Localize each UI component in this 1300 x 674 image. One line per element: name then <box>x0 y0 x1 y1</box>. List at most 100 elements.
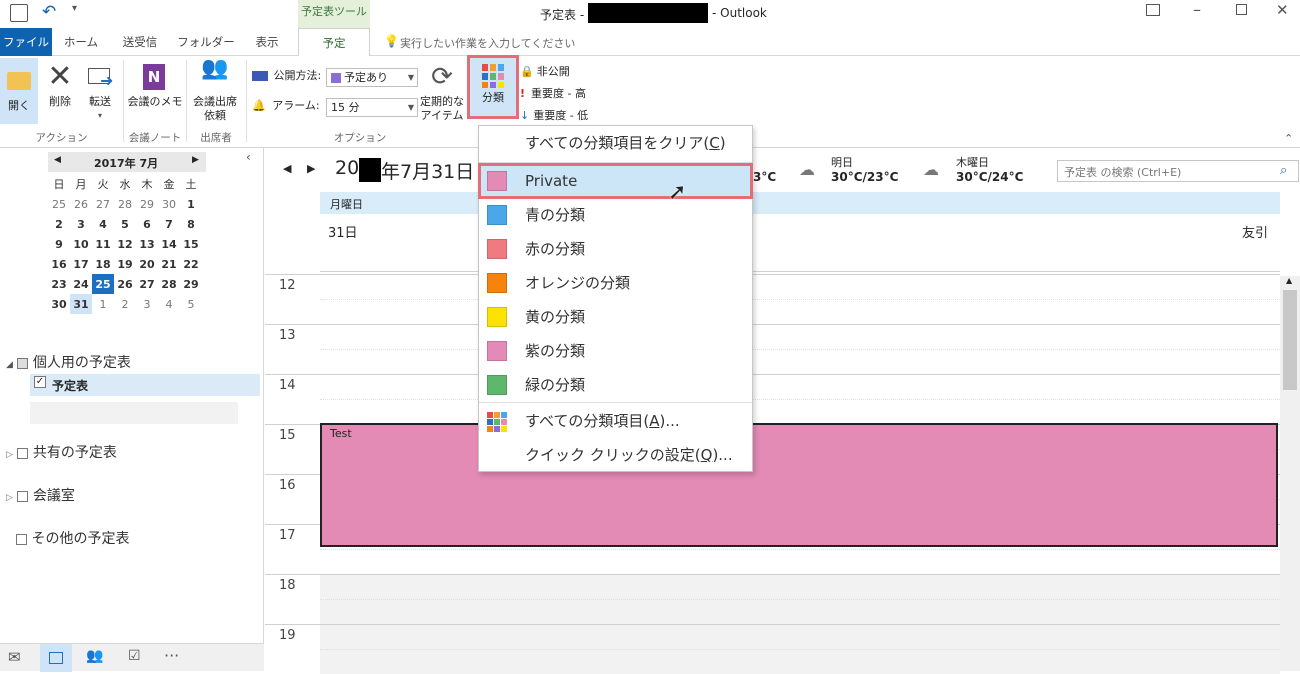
expand-triangle-icon[interactable]: ◢ <box>6 360 13 370</box>
qat-customize-icon[interactable]: ▾ <box>72 3 77 14</box>
people-icon[interactable]: 👥 <box>86 648 103 664</box>
tab-home[interactable]: ホーム <box>56 28 106 56</box>
tell-me-input[interactable]: 実行したい作業を入力してください <box>400 35 575 51</box>
meeting-notes-button[interactable]: N 会議のメモ <box>127 62 183 109</box>
request-attendance-button[interactable]: 👥 会議出席 依頼 <box>188 58 242 123</box>
prev-day-icon[interactable]: ◀ <box>283 162 291 175</box>
collapse-triangle-icon[interactable]: ▷ <box>6 450 13 460</box>
day-cell[interactable]: 3 <box>70 214 92 234</box>
day-cell[interactable]: 31 <box>70 294 92 314</box>
day-cell[interactable]: 2 <box>114 294 136 314</box>
day-cell[interactable]: 20 <box>136 254 158 274</box>
menu-item-category[interactable]: 緑の分類 <box>479 368 752 402</box>
minimize-icon[interactable]: – <box>1193 0 1201 19</box>
day-cell[interactable]: 21 <box>158 254 180 274</box>
day-cell[interactable]: 30 <box>48 294 70 314</box>
day-cell[interactable]: 29 <box>180 274 202 294</box>
menu-item-category[interactable]: オレンジの分類 <box>479 266 752 300</box>
day-cell[interactable]: 28 <box>114 194 136 214</box>
day-cell[interactable]: 15 <box>180 234 202 254</box>
day-cell[interactable]: 25 <box>92 274 114 294</box>
tasks-icon[interactable]: ☑ <box>128 648 141 664</box>
folder-group-shared[interactable]: ▷ 共有の予定表 <box>6 442 117 462</box>
tab-view[interactable]: 表示 <box>244 28 290 56</box>
prev-month-icon[interactable]: ◀ <box>54 155 61 165</box>
all-day-area[interactable]: 31日 友引 <box>320 214 1280 272</box>
calendar-module-button[interactable] <box>40 644 72 672</box>
undo-icon[interactable]: ↶ <box>42 2 56 22</box>
day-cell[interactable]: 26 <box>70 194 92 214</box>
day-cell[interactable]: 4 <box>92 214 114 234</box>
day-cell[interactable]: 10 <box>70 234 92 254</box>
menu-item-category[interactable]: 青の分類 <box>479 198 752 232</box>
menu-item-category[interactable]: Private <box>478 163 753 199</box>
day-cell[interactable]: 1 <box>92 294 114 314</box>
day-cell[interactable]: 4 <box>158 294 180 314</box>
day-cell[interactable]: 18 <box>92 254 114 274</box>
categorize-button[interactable]: 分類 <box>467 55 519 119</box>
mail-icon[interactable]: ✉ <box>8 648 21 666</box>
day-cell[interactable]: 16 <box>48 254 70 274</box>
day-cell[interactable]: 13 <box>136 234 158 254</box>
menu-item-category[interactable]: 紫の分類 <box>479 334 752 368</box>
open-button[interactable]: 開く <box>0 58 38 124</box>
search-icon[interactable]: ⌕ <box>1280 163 1287 178</box>
close-icon[interactable]: ✕ <box>1276 1 1289 19</box>
restore-icon[interactable] <box>1236 4 1247 15</box>
collapse-ribbon-icon[interactable]: ⌃ <box>1284 132 1293 145</box>
next-month-icon[interactable]: ▶ <box>192 155 199 165</box>
event-test[interactable]: Test <box>320 423 1278 547</box>
day-cell[interactable]: 22 <box>180 254 202 274</box>
hour-row[interactable]: 13 <box>265 324 1300 374</box>
day-cell[interactable]: 28 <box>158 274 180 294</box>
search-input[interactable]: 予定表 の検索 (Ctrl+E) <box>1064 164 1181 180</box>
day-cell[interactable]: 17 <box>70 254 92 274</box>
day-cell[interactable]: 9 <box>48 234 70 254</box>
day-cell[interactable]: 30 <box>158 194 180 214</box>
day-cell[interactable]: 12 <box>114 234 136 254</box>
recurrence-button[interactable]: ⟳ 定期的な アイテム <box>418 62 466 123</box>
menu-item-quick-click[interactable]: クイック クリックの設定(Q)... <box>479 438 752 472</box>
tab-folder[interactable]: フォルダー <box>174 28 238 56</box>
hour-row[interactable]: 19 <box>265 624 1300 674</box>
checkbox-checked-icon[interactable]: ✓ <box>34 376 46 388</box>
checkbox-icon[interactable] <box>17 447 29 459</box>
day-cell[interactable]: 8 <box>180 214 202 234</box>
day-cell[interactable]: 3 <box>136 294 158 314</box>
day-cell[interactable]: 14 <box>158 234 180 254</box>
importance-high-button[interactable]: ! 重要度 - 高 <box>520 84 586 104</box>
day-cell[interactable]: 2 <box>48 214 70 234</box>
day-cell[interactable]: 26 <box>114 274 136 294</box>
day-cell[interactable]: 24 <box>70 274 92 294</box>
day-cell[interactable]: 5 <box>114 214 136 234</box>
folder-group-personal[interactable]: ◢ 個人用の予定表 <box>6 352 131 372</box>
delete-button[interactable]: ✕ 削除 <box>42 62 78 109</box>
day-cell[interactable]: 27 <box>136 274 158 294</box>
day-cell[interactable]: 1 <box>180 194 202 214</box>
tab-file[interactable]: ファイル <box>0 28 52 56</box>
show-as-select[interactable]: 予定あり ▼ <box>326 68 418 87</box>
collapse-pane-icon[interactable]: ‹ <box>246 150 251 164</box>
calendar-search-box[interactable]: 予定表 の検索 (Ctrl+E) ⌕ <box>1057 160 1299 182</box>
menu-item-all-categories[interactable]: すべての分類項目(A)... <box>479 404 752 438</box>
day-cell[interactable]: 5 <box>180 294 202 314</box>
more-icon[interactable]: ··· <box>164 646 179 665</box>
reminder-select[interactable]: 15 分 ▼ <box>326 98 418 117</box>
day-cell[interactable]: 7 <box>158 214 180 234</box>
checkbox-icon[interactable] <box>17 490 29 502</box>
day-cell[interactable]: 19 <box>114 254 136 274</box>
private-button[interactable]: 🔒 非公開 <box>520 62 570 82</box>
day-cell[interactable]: 25 <box>48 194 70 214</box>
day-cell[interactable]: 11 <box>92 234 114 254</box>
forward-button[interactable]: ➜ 転送 ▾ <box>82 62 118 123</box>
tab-appointment[interactable]: 予定 <box>298 28 370 57</box>
hour-row[interactable]: 12 <box>265 274 1300 324</box>
collapse-triangle-icon[interactable]: ▷ <box>6 493 13 503</box>
checkbox-icon[interactable] <box>16 533 27 545</box>
tab-send-receive[interactable]: 送受信 <box>112 28 168 56</box>
ribbon-display-options-icon[interactable] <box>1146 4 1160 16</box>
folder-group-rooms[interactable]: ▷ 会議室 <box>6 485 75 505</box>
menu-item-category[interactable]: 赤の分類 <box>479 232 752 266</box>
hour-row[interactable]: 14 <box>265 374 1300 424</box>
menu-item-clear-all[interactable]: すべての分類項目をクリア(C) <box>479 126 752 160</box>
